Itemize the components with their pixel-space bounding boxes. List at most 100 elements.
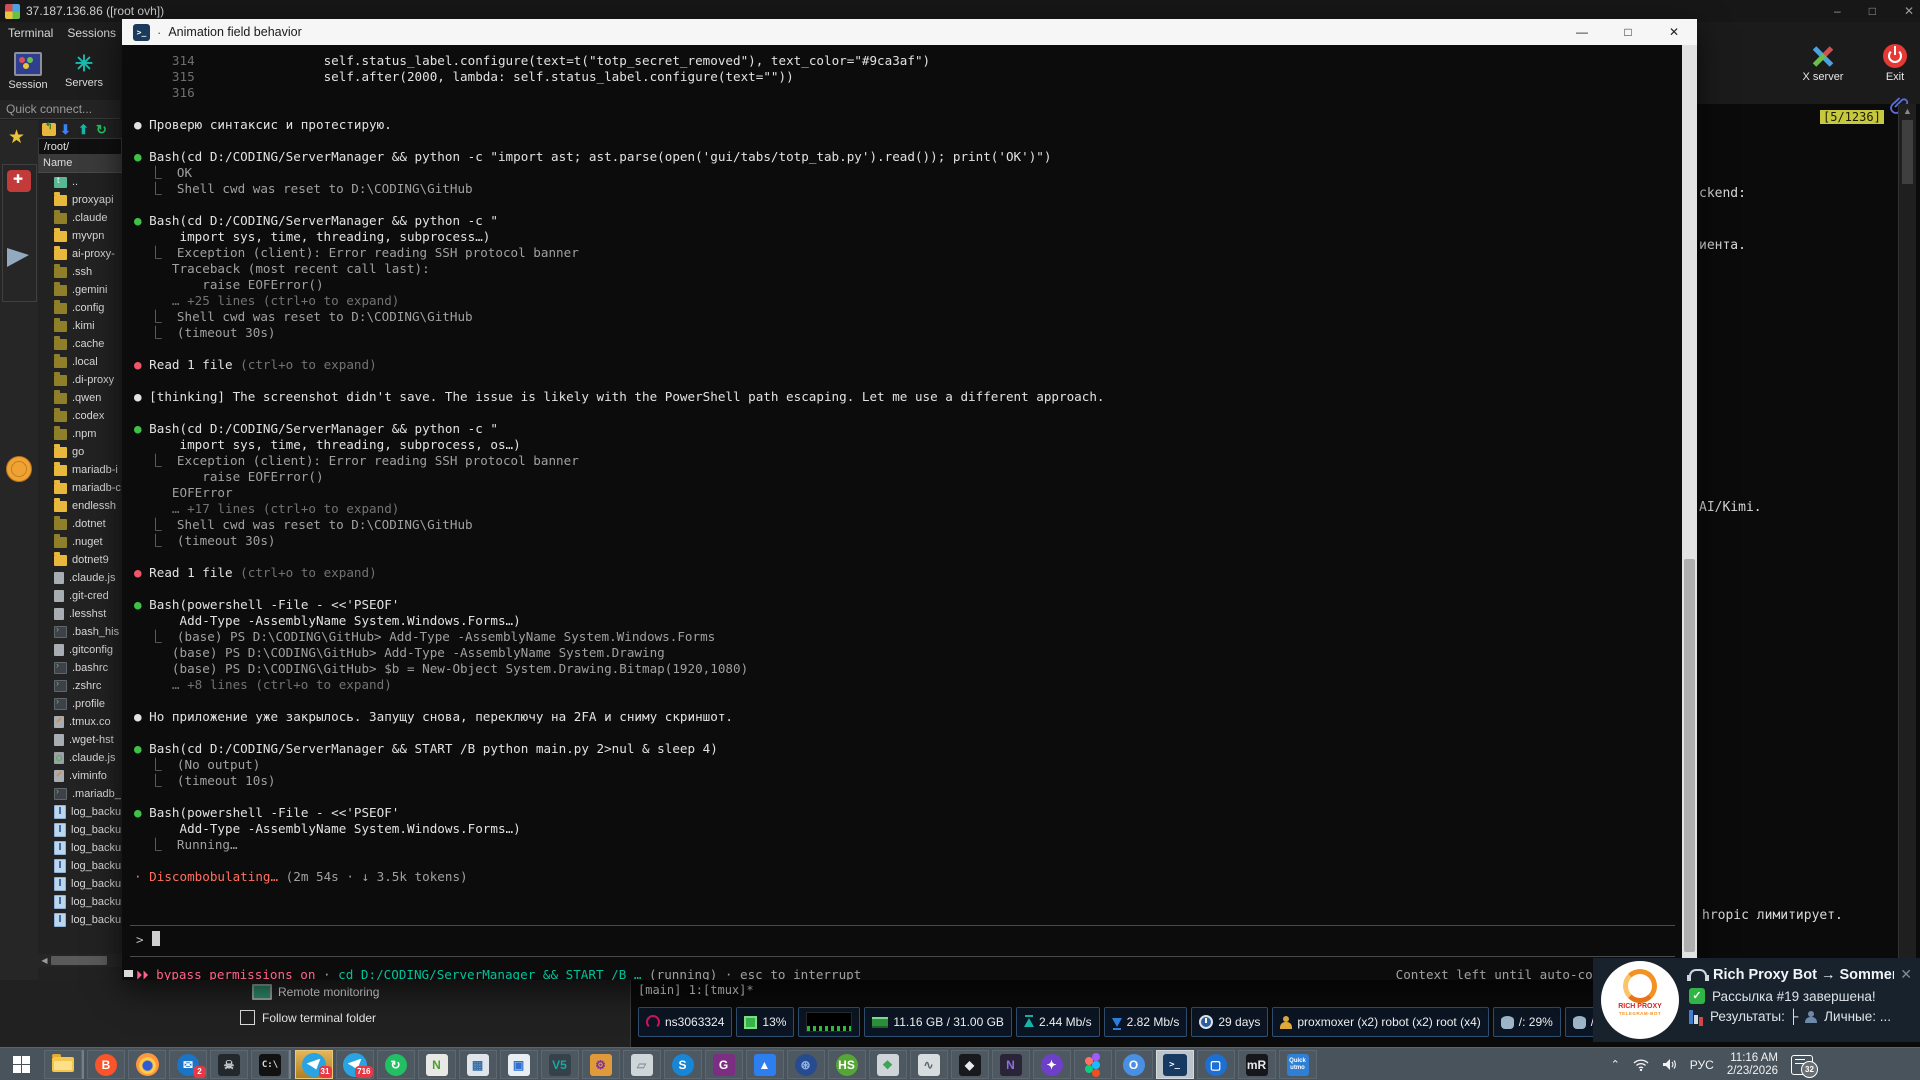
- download-icon[interactable]: ⬇: [60, 123, 74, 136]
- file-row[interactable]: .gitconfig: [38, 641, 122, 659]
- checkbox-unchecked[interactable]: [240, 1010, 255, 1025]
- file-row[interactable]: .npm: [38, 425, 122, 443]
- file-row[interactable]: log_backu: [38, 839, 122, 857]
- file-row[interactable]: .gemini: [38, 281, 122, 299]
- file-row[interactable]: .tmux.co: [38, 713, 122, 731]
- file-row[interactable]: .claude: [38, 209, 122, 227]
- mobaxterm-button[interactable]: ❖: [869, 1050, 907, 1079]
- file-row[interactable]: .git-cred: [38, 587, 122, 605]
- scroll-up-icon[interactable]: ▲: [1899, 104, 1916, 118]
- neovim-button[interactable]: N: [992, 1050, 1030, 1079]
- language-indicator[interactable]: РУС: [1690, 1058, 1714, 1072]
- file-row[interactable]: myvpn: [38, 227, 122, 245]
- maximize-icon[interactable]: □: [1605, 19, 1651, 45]
- file-row[interactable]: .qwen: [38, 389, 122, 407]
- firefox-browser-button[interactable]: [128, 1050, 166, 1079]
- sessions-plane-icon[interactable]: [7, 248, 29, 267]
- sync-app-button[interactable]: ↻: [377, 1050, 415, 1079]
- favorites-star-icon[interactable]: ★: [8, 126, 25, 149]
- file-row[interactable]: .dotnet: [38, 515, 122, 533]
- figma-button[interactable]: [1074, 1050, 1112, 1079]
- file-row[interactable]: mariadb-i: [38, 461, 122, 479]
- file-row[interactable]: .di-proxy: [38, 371, 122, 389]
- command-prompt-button[interactable]: C:\: [251, 1050, 289, 1079]
- octopus-app-button[interactable]: ⊛: [787, 1050, 825, 1079]
- file-row[interactable]: .wget-hst: [38, 731, 122, 749]
- file-row[interactable]: log_backu: [38, 821, 122, 839]
- telegram-primary-button[interactable]: 31: [295, 1050, 333, 1079]
- calculator-button[interactable]: ▦: [459, 1050, 497, 1079]
- menu-sessions[interactable]: Sessions: [67, 26, 116, 40]
- sftp-horizontal-scrollbar[interactable]: ◀: [38, 954, 122, 967]
- terminal-scrollbar[interactable]: [1682, 45, 1697, 980]
- opera-browser-button[interactable]: O: [1115, 1050, 1153, 1079]
- file-row[interactable]: go: [38, 443, 122, 461]
- claude-input-box[interactable]: >: [130, 925, 1675, 957]
- file-row[interactable]: ai-proxy-: [38, 245, 122, 263]
- capture-tools-button[interactable]: ⚙: [582, 1050, 620, 1079]
- file-row[interactable]: ..: [38, 173, 122, 191]
- tools-knife-icon[interactable]: [7, 170, 31, 192]
- thunderbird-mail-button[interactable]: ✉2: [169, 1050, 207, 1079]
- photos-app-button[interactable]: ▲: [746, 1050, 784, 1079]
- close-icon[interactable]: ✕: [1651, 19, 1697, 45]
- file-row[interactable]: endlessh: [38, 497, 122, 515]
- brave-browser-button[interactable]: B: [87, 1050, 125, 1079]
- monitor-graph-app-button[interactable]: ∿: [910, 1050, 948, 1079]
- file-row[interactable]: .bash_his: [38, 623, 122, 641]
- tray-cl[interactable]: 11:16 AM 2/23/2026: [1727, 1052, 1778, 1078]
- file-row[interactable]: .claude.js: [38, 569, 122, 587]
- file-row[interactable]: dotnet9: [38, 551, 122, 569]
- file-row[interactable]: .ssh: [38, 263, 122, 281]
- v5-app-button[interactable]: V5: [541, 1050, 579, 1079]
- follow-terminal-folder-option[interactable]: Follow terminal folder: [240, 1010, 376, 1025]
- refresh-icon[interactable]: ↻: [96, 123, 110, 136]
- file-row[interactable]: .claude.js: [38, 749, 122, 767]
- notepad-plus-plus-button[interactable]: N: [418, 1050, 456, 1079]
- file-row[interactable]: log_backu: [38, 893, 122, 911]
- remote-window-app-button[interactable]: ▣: [500, 1050, 538, 1079]
- file-row[interactable]: proxyapi: [38, 191, 122, 209]
- quick-utmo-button[interactable]: Quick utmo: [1279, 1050, 1317, 1079]
- speaker-icon[interactable]: [1662, 1058, 1677, 1071]
- blue-swirl-app-button[interactable]: S: [664, 1050, 702, 1079]
- mremoteng-button[interactable]: mR: [1238, 1050, 1276, 1079]
- scrollbar-thumb[interactable]: [51, 956, 107, 965]
- file-row[interactable]: .lesshst: [38, 605, 122, 623]
- minimize-icon[interactable]: —: [1559, 19, 1605, 45]
- upload-icon[interactable]: ⬆: [78, 123, 92, 136]
- file-row[interactable]: .nuget: [38, 533, 122, 551]
- file-row[interactable]: .kimi: [38, 317, 122, 335]
- file-row[interactable]: .local: [38, 353, 122, 371]
- tray-chevron-icon[interactable]: ⌃: [1611, 1058, 1620, 1071]
- file-row[interactable]: .mariadb_: [38, 785, 122, 803]
- file-row[interactable]: mariadb-c: [38, 479, 122, 497]
- servers-button[interactable]: ✳ Servers: [56, 44, 112, 98]
- anydesk-button[interactable]: ▢: [1197, 1050, 1235, 1079]
- cube-3d-app-button[interactable]: ◆: [951, 1050, 989, 1079]
- file-row[interactable]: log_backu: [38, 857, 122, 875]
- sftp-path-input[interactable]: /root/: [38, 138, 122, 155]
- parent-folder-icon[interactable]: [42, 123, 56, 136]
- close-icon[interactable]: ✕: [1904, 4, 1914, 18]
- proxy-hacker-app-button[interactable]: ☠: [210, 1050, 248, 1079]
- file-row[interactable]: .viminfo: [38, 767, 122, 785]
- sftp-name-header[interactable]: Name: [38, 155, 122, 173]
- file-row[interactable]: log_backu: [38, 803, 122, 821]
- gom-player-button[interactable]: G: [705, 1050, 743, 1079]
- maximize-icon[interactable]: □: [1869, 4, 1876, 18]
- telegram-secondary-button[interactable]: 716: [336, 1050, 374, 1079]
- file-row[interactable]: log_backu: [38, 911, 122, 929]
- heidisql-button[interactable]: HS: [828, 1050, 866, 1079]
- close-icon[interactable]: ✕: [1900, 966, 1912, 983]
- file-row[interactable]: .zshrc: [38, 677, 122, 695]
- github-desktop-button[interactable]: ✦: [1033, 1050, 1071, 1079]
- scroll-left-icon[interactable]: ◀: [38, 956, 51, 965]
- file-row[interactable]: .config: [38, 299, 122, 317]
- file-row[interactable]: .codex: [38, 407, 122, 425]
- menu-terminal[interactable]: Terminal: [8, 26, 53, 40]
- scrollbar-thumb[interactable]: [1684, 559, 1695, 952]
- wifi-icon[interactable]: [1633, 1058, 1649, 1071]
- scrollbar-thumb[interactable]: [1902, 120, 1913, 184]
- minimize-icon[interactable]: –: [1834, 4, 1841, 18]
